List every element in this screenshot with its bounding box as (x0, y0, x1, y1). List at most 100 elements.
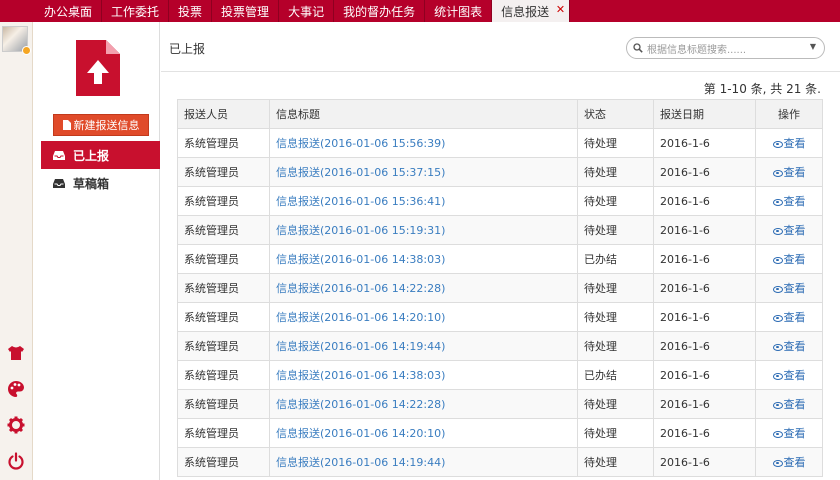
cell-date: 2016-1-6 (653, 157, 756, 187)
cell-status: 待处理 (577, 215, 654, 245)
column-header-status[interactable]: 状态 (577, 99, 654, 129)
eye-icon (772, 372, 783, 380)
search-input[interactable]: 根据信息标题搜索...... (647, 41, 746, 56)
table-row: 系统管理员 信息报送(2016-01-06 14:22:28) 待处理 2016-1-… (177, 389, 823, 419)
cell-date: 2016-1-6 (653, 215, 756, 245)
cell-date: 2016-1-6 (653, 360, 756, 390)
cell-sender: 系统管理员 (177, 302, 270, 332)
tab-work-delegation[interactable]: 工作委托 (102, 0, 170, 22)
view-label: 查看 (783, 340, 806, 353)
cell-sender: 系统管理员 (177, 157, 270, 187)
title-link[interactable]: 信息报送(2016-01-06 15:56:39) (276, 137, 445, 150)
sidebar-item-drafts[interactable]: 草稿箱 (41, 169, 160, 197)
view-button[interactable]: 查看 (772, 137, 806, 150)
view-button[interactable]: 查看 (772, 369, 806, 382)
title-link[interactable]: 信息报送(2016-01-06 14:38:03) (276, 369, 445, 382)
inbox-icon (53, 150, 65, 160)
cell-status: 待处理 (577, 302, 654, 332)
view-button[interactable]: 查看 (772, 398, 806, 411)
tab-info-report[interactable]: 信息报送 ✕ (492, 0, 571, 22)
tab-vote[interactable]: 投票 (169, 0, 213, 22)
view-button[interactable]: 查看 (772, 456, 806, 469)
cell-title: 信息报送(2016-01-06 14:19:44) (269, 331, 578, 361)
sidebar-item-label: 草稿箱 (73, 176, 110, 191)
column-header-date[interactable]: 报送日期 (653, 99, 756, 129)
cell-date: 2016-1-6 (653, 128, 756, 158)
cell-title: 信息报送(2016-01-06 15:36:41) (269, 186, 578, 216)
palette-icon[interactable] (5, 378, 27, 400)
cell-date: 2016-1-6 (653, 186, 756, 216)
column-header-title[interactable]: 信息标题 (269, 99, 578, 129)
table-row: 系统管理员 信息报送(2016-01-06 14:20:10) 待处理 2016-1-… (177, 302, 823, 332)
view-label: 查看 (783, 456, 806, 469)
view-button[interactable]: 查看 (772, 166, 806, 179)
view-label: 查看 (783, 195, 806, 208)
view-button[interactable]: 查看 (772, 427, 806, 440)
chevron-down-icon[interactable]: ▼ (810, 42, 816, 51)
tab-major-events[interactable]: 大事记 (279, 0, 335, 22)
tab-office-desktop[interactable]: 办公桌面 (0, 0, 103, 22)
table-row: 系统管理员 信息报送(2016-01-06 15:36:41) 待处理 2016-1-… (177, 186, 823, 216)
title-link[interactable]: 信息报送(2016-01-06 14:19:44) (276, 340, 445, 353)
inbox-icon (53, 178, 65, 188)
breadcrumb: 已上报 (169, 42, 206, 56)
eye-icon (772, 314, 783, 322)
eye-icon (772, 430, 783, 438)
view-button[interactable]: 查看 (772, 311, 806, 324)
cell-actions: 查看 (755, 128, 823, 158)
column-header-sender[interactable]: 报送人员 (177, 99, 270, 129)
cell-actions: 查看 (755, 244, 823, 274)
document-icon (62, 120, 71, 130)
new-report-button[interactable]: 新建报送信息 (53, 114, 149, 136)
cell-title: 信息报送(2016-01-06 14:38:03) (269, 360, 578, 390)
gear-icon[interactable] (5, 414, 27, 436)
cell-date: 2016-1-6 (653, 273, 756, 303)
view-button[interactable]: 查看 (772, 340, 806, 353)
eye-icon (772, 401, 783, 409)
table-row: 系统管理员 信息报送(2016-01-06 14:20:10) 待处理 2016-1-… (177, 418, 823, 448)
view-button[interactable]: 查看 (772, 253, 806, 266)
table-header-row: 报送人员 信息标题 状态 报送日期 操作 (177, 99, 823, 129)
view-button[interactable]: 查看 (772, 224, 806, 237)
title-link[interactable]: 信息报送(2016-01-06 14:20:10) (276, 427, 445, 440)
tab-vote-management[interactable]: 投票管理 (212, 0, 280, 22)
table-row: 系统管理员 信息报送(2016-01-06 15:19:31) 待处理 2016-1-… (177, 215, 823, 245)
title-link[interactable]: 信息报送(2016-01-06 14:22:28) (276, 398, 445, 411)
view-button[interactable]: 查看 (772, 282, 806, 295)
cell-actions: 查看 (755, 331, 823, 361)
table-row: 系统管理员 信息报送(2016-01-06 15:37:15) 待处理 2016-1-… (177, 157, 823, 187)
eye-icon (772, 227, 783, 235)
view-label: 查看 (783, 427, 806, 440)
cell-title: 信息报送(2016-01-06 14:22:28) (269, 273, 578, 303)
search-box[interactable]: 根据信息标题搜索...... ▼ (626, 37, 825, 59)
power-icon[interactable] (5, 450, 27, 472)
title-link[interactable]: 信息报送(2016-01-06 15:37:15) (276, 166, 445, 179)
cell-status: 待处理 (577, 447, 654, 477)
title-link[interactable]: 信息报送(2016-01-06 15:19:31) (276, 224, 445, 237)
table-row: 系统管理员 信息报送(2016-01-06 14:38:03) 已办结 2016-1-… (177, 360, 823, 390)
sidebar-item-submitted[interactable]: 已上报 (41, 141, 160, 169)
shirt-icon[interactable] (5, 342, 27, 364)
tab-close-icon[interactable]: ✕ (556, 3, 565, 16)
tab-my-supervision-tasks[interactable]: 我的督办任务 (334, 0, 426, 22)
left-icon-bar (0, 22, 33, 480)
pagination-summary: 第 1-10 条, 共 21 条. (703, 82, 821, 96)
title-link[interactable]: 信息报送(2016-01-06 14:20:10) (276, 311, 445, 324)
tab-statistics-charts[interactable]: 统计图表 (425, 0, 493, 22)
avatar[interactable] (2, 26, 31, 55)
cell-status: 已办结 (577, 360, 654, 390)
cell-date: 2016-1-6 (653, 418, 756, 448)
cell-sender: 系统管理员 (177, 273, 270, 303)
view-button[interactable]: 查看 (772, 195, 806, 208)
cell-date: 2016-1-6 (653, 302, 756, 332)
cell-status: 已办结 (577, 244, 654, 274)
cell-sender: 系统管理员 (177, 331, 270, 361)
title-link[interactable]: 信息报送(2016-01-06 15:36:41) (276, 195, 445, 208)
title-link[interactable]: 信息报送(2016-01-06 14:38:03) (276, 253, 445, 266)
cell-actions: 查看 (755, 447, 823, 477)
cell-title: 信息报送(2016-01-06 15:19:31) (269, 215, 578, 245)
title-link[interactable]: 信息报送(2016-01-06 14:19:44) (276, 456, 445, 469)
cell-sender: 系统管理员 (177, 389, 270, 419)
title-link[interactable]: 信息报送(2016-01-06 14:22:28) (276, 282, 445, 295)
cell-title: 信息报送(2016-01-06 15:37:15) (269, 157, 578, 187)
